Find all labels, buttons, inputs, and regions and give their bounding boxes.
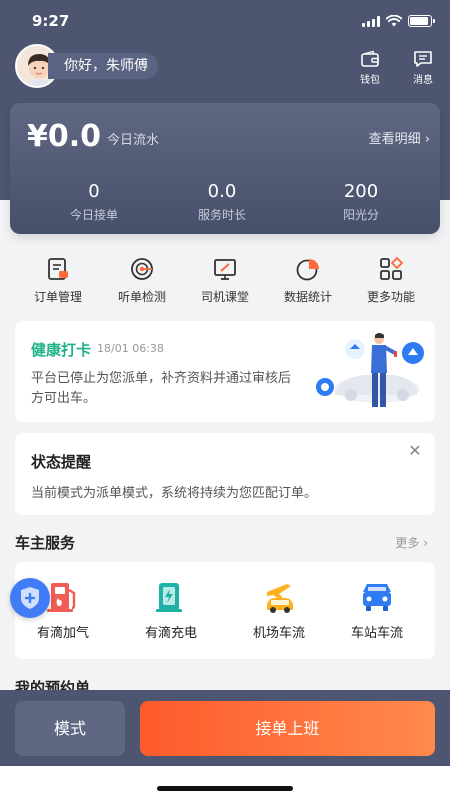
stat-label: 服务时长	[197, 208, 246, 222]
service-station-flow[interactable]: 车站车流	[337, 580, 417, 641]
health-desc: 平台已停止为您派单，补齐资料并通过审核后方可出车。	[31, 371, 292, 406]
view-details-label: 查看明细	[368, 132, 421, 147]
service-airport-flow[interactable]: 机场车流	[239, 580, 319, 641]
wallet-label: 钱包	[360, 75, 380, 86]
view-details-link[interactable]: 查看明细 ›	[369, 128, 430, 147]
tool-more-functions[interactable]: 更多功能	[356, 256, 426, 305]
health-time: 18/01 06:38	[97, 342, 164, 355]
stat-sunshine-score: 200 阳光分	[301, 181, 421, 223]
messages-button[interactable]: 消息	[405, 50, 441, 86]
stat-today-orders: 0 今日接单	[34, 181, 154, 223]
status-icons	[362, 15, 435, 27]
more-label: 更多	[395, 536, 420, 550]
tool-driver-classroom[interactable]: 司机课堂	[190, 256, 260, 305]
wallet-icon	[361, 50, 379, 67]
chevron-right-icon: ›	[423, 536, 428, 550]
stat-label: 今日接单	[69, 208, 118, 222]
stat-label: 阳光分	[342, 208, 379, 222]
tool-label: 数据统计	[283, 290, 332, 304]
tool-label: 更多功能	[366, 290, 415, 304]
mode-button[interactable]: 模式	[15, 701, 125, 756]
today-flow-label: 今日流水	[107, 133, 160, 148]
wifi-icon	[386, 15, 402, 27]
service-label: 车站车流	[350, 626, 403, 641]
home-indicator[interactable]	[157, 786, 293, 791]
owner-services-title: 车主服务	[15, 534, 76, 552]
service-label: 有滴加气	[36, 626, 89, 641]
wallet-button[interactable]: 钱包	[352, 50, 388, 86]
chevron-right-icon: ›	[424, 132, 430, 147]
airport-icon	[267, 584, 293, 613]
close-icon[interactable]: ✕	[405, 441, 425, 461]
messages-label: 消息	[413, 75, 433, 86]
classroom-icon	[214, 259, 236, 280]
driver-illustration	[316, 333, 424, 407]
greeting: 你好，朱师傅	[48, 53, 158, 79]
tool-label: 订单管理	[33, 290, 82, 304]
income-stats-card: ¥0.0 今日流水 查看明细 › 0 今日接单 0.0 服务时长 200 阳光分	[10, 103, 440, 234]
signal-icon	[362, 15, 380, 27]
stat-value: 0	[88, 181, 100, 202]
message-icon	[414, 51, 432, 67]
service-label: 有滴充电	[144, 626, 197, 641]
more-icon	[380, 256, 404, 280]
service-charging[interactable]: 有滴充电	[131, 580, 211, 641]
health-checkin-card[interactable]: 健康打卡 18/01 06:38 平台已停止为您派单，补齐资料并通过审核后方可出…	[15, 321, 435, 422]
order-icon	[48, 258, 68, 280]
tool-order-management[interactable]: 订单管理	[23, 256, 93, 305]
stat-value: 0.0	[207, 181, 237, 202]
status-reminder-card: 状态提醒 ✕ 当前模式为派单模式，系统将持续为您匹配订单。	[15, 433, 435, 515]
home-indicator-area	[0, 766, 450, 800]
tool-label: 听单检测	[117, 290, 166, 304]
owner-services-card: 有滴加气 有滴充电 机场车流 车站车流	[15, 562, 435, 659]
stat-service-duration: 0.0 服务时长	[162, 181, 282, 223]
health-title: 健康打卡	[31, 341, 92, 359]
status-time: 9:27	[32, 12, 70, 30]
tool-listen-check[interactable]: 听单检测	[107, 256, 177, 305]
bottom-action-bar: 模式 接单上班	[0, 690, 450, 766]
battery-icon	[408, 15, 435, 27]
station-car-icon	[363, 584, 391, 611]
gas-station-icon	[47, 583, 76, 612]
shield-icon	[21, 587, 39, 609]
quick-tools: 订单管理 听单检测 司机课堂 数据统计 更多功能	[0, 256, 450, 312]
tool-label: 司机课堂	[200, 290, 249, 304]
charging-icon	[156, 583, 182, 612]
tool-data-stats[interactable]: 数据统计	[273, 256, 343, 305]
service-label: 机场车流	[252, 626, 305, 641]
safety-shield-button[interactable]	[10, 578, 50, 618]
status-bar: 9:27	[0, 0, 450, 44]
today-flow-amount: ¥0.0	[27, 119, 102, 154]
owner-services-more-link[interactable]: 更多 ›	[395, 534, 428, 551]
stat-value: 200	[343, 181, 379, 202]
notice-title: 状态提醒	[31, 453, 92, 471]
listen-icon	[131, 258, 153, 280]
start-work-button[interactable]: 接单上班	[140, 701, 435, 756]
chart-icon	[296, 259, 319, 281]
notice-desc: 当前模式为派单模式，系统将持续为您匹配订单。	[31, 486, 318, 501]
